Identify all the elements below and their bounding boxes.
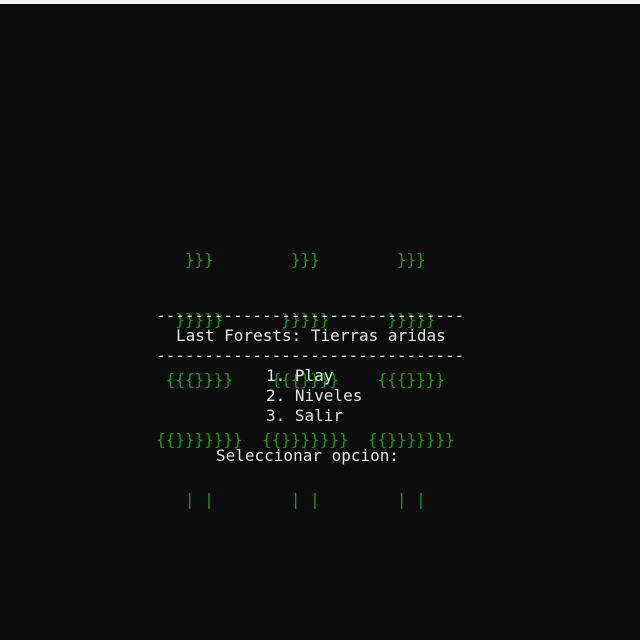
tree-art-line: }}} }}} }}} xyxy=(156,250,426,269)
tree-art-line: | | | | | | xyxy=(156,490,426,509)
menu-item-niveles: 2. Niveles xyxy=(266,386,363,405)
console-window[interactable]: }}} }}} }}} }}}}} }}}}} }}}}} {{{}}}} {{… xyxy=(0,4,640,640)
game-title: Last Forests: Tierras aridas xyxy=(176,326,446,345)
selection-prompt: Seleccionar opcion: xyxy=(216,446,400,465)
menu-item-salir: 3. Salir xyxy=(266,406,344,425)
top-divider: -------------------------------- xyxy=(156,306,465,325)
menu-item-play: 1. Play xyxy=(266,366,334,385)
bottom-divider: -------------------------------- xyxy=(156,346,465,365)
